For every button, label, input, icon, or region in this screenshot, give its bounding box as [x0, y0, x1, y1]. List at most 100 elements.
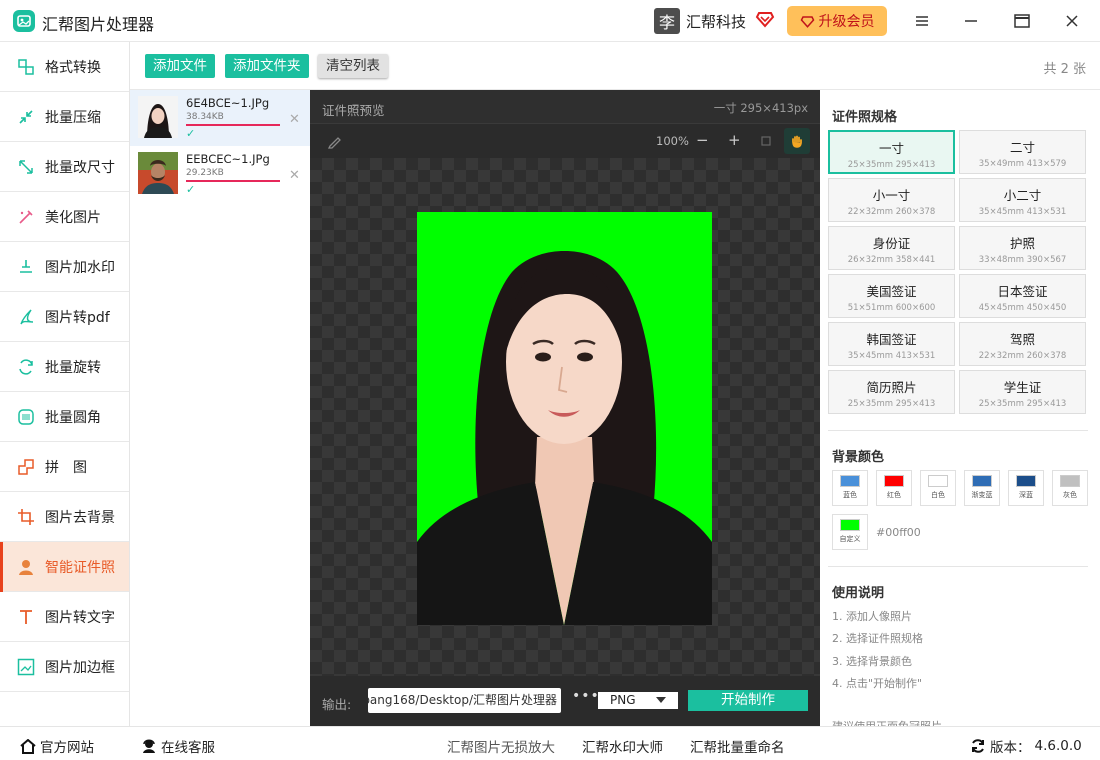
remove-file-icon[interactable]: ✕: [289, 112, 300, 127]
spec-option[interactable]: 日本签证 45×45mm 450×450: [959, 274, 1086, 318]
output-bar: 输出: C:/Users/huibang168/Desktop/汇帮图片处理器 …: [310, 676, 820, 726]
color-label: 自定义: [839, 535, 861, 543]
sidebar-item[interactable]: 美化图片: [0, 192, 129, 242]
sidebar-item-label: 图片加水印: [45, 259, 115, 276]
hand-tool-icon[interactable]: [784, 128, 810, 154]
file-status-check: ✓: [186, 183, 196, 196]
more-icon[interactable]: •••: [572, 688, 600, 704]
remove-file-icon[interactable]: ✕: [289, 168, 300, 183]
maximize-icon[interactable]: [1011, 10, 1033, 32]
official-site-link[interactable]: 官方网站: [20, 736, 94, 756]
fit-screen-icon[interactable]: [760, 135, 772, 151]
spec-option[interactable]: 身份证 26×32mm 358×441: [828, 226, 955, 270]
start-button[interactable]: 开始制作: [688, 690, 808, 711]
bg-color-swatch[interactable]: 灰色: [1052, 470, 1088, 506]
add-file-button[interactable]: 添加文件: [145, 54, 215, 78]
spec-option[interactable]: 二寸 35×49mm 413×579: [959, 130, 1086, 174]
spec-option[interactable]: 韩国签证 35×45mm 413×531: [828, 322, 955, 366]
custom-color-hex: #00ff00: [876, 526, 921, 539]
sidebar-item[interactable]: 图片加边框: [0, 642, 129, 692]
sidebar-item-label: 格式转换: [45, 59, 101, 76]
spec-option[interactable]: 简历照片 25×35mm 295×413: [828, 370, 955, 414]
preview-canvas[interactable]: [310, 158, 820, 676]
file-progress-bar: [186, 124, 280, 126]
color-label: 红色: [887, 491, 901, 499]
close-icon[interactable]: [1061, 10, 1083, 32]
person-icon: [16, 557, 36, 577]
divider: [828, 430, 1088, 431]
list-item[interactable]: EEBCEC~1.JPg 29.23KB ✓ ✕: [130, 146, 310, 202]
bg-color-swatch[interactable]: 红色: [876, 470, 912, 506]
file-size: 38.34KB: [186, 112, 224, 122]
spec-dimensions: 33×48mm 390×567: [978, 255, 1067, 265]
upgrade-vip-button[interactable]: 升级会员: [787, 6, 887, 36]
spec-option[interactable]: 护照 33×48mm 390×567: [959, 226, 1086, 270]
preview-header: 证件照预览 一寸 295×413px: [310, 90, 820, 124]
sidebar-item[interactable]: 图片转pdf: [0, 292, 129, 342]
spec-option[interactable]: 一寸 25×35mm 295×413: [828, 130, 955, 174]
bg-color-swatch[interactable]: 白色: [920, 470, 956, 506]
file-thumbnail: [138, 96, 178, 138]
round-corner-icon: [16, 407, 36, 427]
frame-icon: [16, 657, 36, 677]
output-path-field[interactable]: C:/Users/huibang168/Desktop/汇帮图片处理器: [368, 688, 561, 713]
sidebar-item[interactable]: 批量旋转: [0, 342, 129, 392]
sidebar-item-label: 图片去背景: [45, 509, 115, 526]
zoom-out-icon[interactable]: −: [696, 131, 709, 149]
sidebar-item[interactable]: 批量改尺寸: [0, 142, 129, 192]
preview-toolbar: 100% − +: [310, 124, 820, 158]
preview-panel: 证件照预览 一寸 295×413px 100% − + 输出: ang168/D…: [310, 90, 820, 726]
spec-dimensions: 35×49mm 413×579: [978, 159, 1067, 169]
list-item[interactable]: 6E4BCE~1.JPg 38.34KB ✓ ✕: [130, 90, 310, 146]
chevron-down-icon: [656, 697, 666, 703]
file-size: 29.23KB: [186, 168, 224, 178]
spec-option[interactable]: 美国签证 51×51mm 600×600: [828, 274, 955, 318]
spec-name: 驾照: [1009, 332, 1035, 347]
bg-color-swatch[interactable]: 自定义: [832, 514, 868, 550]
spec-option[interactable]: 小一寸 22×32mm 260×378: [828, 178, 955, 222]
bg-color-swatch[interactable]: 蓝色: [832, 470, 868, 506]
spec-dimensions: 22×32mm 260×378: [978, 351, 1067, 361]
add-folder-button[interactable]: 添加文件夹: [225, 54, 309, 78]
sidebar-item[interactable]: 图片转文字: [0, 592, 129, 642]
upscale-link[interactable]: 汇帮图片无损放大: [447, 736, 555, 756]
sidebar-item[interactable]: 批量圆角: [0, 392, 129, 442]
zoom-in-icon[interactable]: +: [728, 131, 741, 149]
sidebar-item[interactable]: 批量压缩: [0, 92, 129, 142]
clear-list-button[interactable]: 清空列表: [318, 54, 388, 78]
spec-name: 简历照片: [866, 380, 917, 395]
spec-name: 二寸: [1009, 140, 1035, 155]
sidebar-item[interactable]: 智能证件照: [0, 542, 129, 592]
file-name: EEBCEC~1.JPg: [186, 152, 270, 166]
zoom-level: 100%: [656, 134, 689, 148]
color-chip: [1016, 475, 1036, 487]
sidebar-item[interactable]: 图片加水印: [0, 242, 129, 292]
sidebar-item[interactable]: 拼 图: [0, 442, 129, 492]
color-chip: [1060, 475, 1080, 487]
beautify-icon: [16, 207, 36, 227]
preview-size: 一寸 295×413px: [713, 101, 808, 115]
version-info: 版本： 4.6.0.0: [970, 736, 1082, 756]
sidebar-item[interactable]: 格式转换: [0, 42, 129, 92]
color-chip: [884, 475, 904, 487]
spec-name: 一寸: [878, 141, 904, 156]
spec-option[interactable]: 小二寸 35×45mm 413×531: [959, 178, 1086, 222]
sidebar-item-label: 批量旋转: [45, 359, 101, 376]
batch-rename-link[interactable]: 汇帮批量重命名: [690, 736, 785, 756]
spec-grid: 一寸 25×35mm 295×413 二寸 35×49mm 413×579 小一寸 22×…: [828, 130, 1086, 414]
watermark-master-link[interactable]: 汇帮水印大师: [582, 736, 663, 756]
spec-dimensions: 45×45mm 450×450: [978, 303, 1067, 313]
bg-color-swatch[interactable]: 深蓝: [1008, 470, 1044, 506]
spec-option[interactable]: 驾照 22×32mm 260×378: [959, 322, 1086, 366]
bg-color-swatch[interactable]: 渐变蓝: [964, 470, 1000, 506]
spec-option[interactable]: 学生证 25×35mm 295×413: [959, 370, 1086, 414]
instruction-step: 3. 选择背景颜色: [832, 655, 912, 668]
pencil-icon[interactable]: [327, 135, 342, 153]
minimize-icon[interactable]: [960, 10, 982, 32]
online-service-link[interactable]: 在线客服: [141, 736, 215, 756]
sidebar-item[interactable]: 图片去背景: [0, 492, 129, 542]
format-select[interactable]: PNG: [598, 692, 678, 709]
format-convert-icon: [16, 57, 36, 77]
menu-icon[interactable]: [911, 10, 933, 32]
text-icon: [16, 607, 36, 627]
